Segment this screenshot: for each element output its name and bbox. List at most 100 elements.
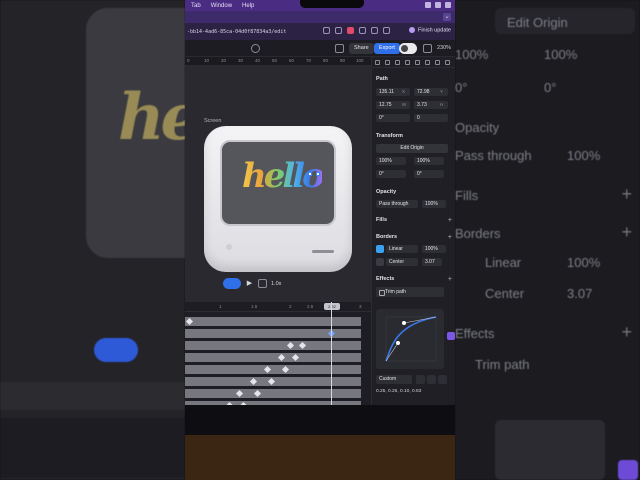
border-width-field[interactable]: 3.07 xyxy=(422,258,442,266)
timeline-track[interactable] xyxy=(185,353,361,362)
add-effect-icon[interactable]: + xyxy=(448,276,452,283)
timeline-track[interactable] xyxy=(185,377,361,386)
opacity-field[interactable]: 100% xyxy=(422,200,446,208)
easing-apply-icon[interactable] xyxy=(447,332,455,340)
align-middle-icon[interactable] xyxy=(415,60,420,65)
align-left-icon[interactable] xyxy=(375,60,380,65)
zoom-level[interactable]: 230% xyxy=(437,45,451,51)
panel-icon[interactable] xyxy=(423,44,432,53)
border-position-icon[interactable] xyxy=(376,258,384,266)
share-button[interactable]: Share xyxy=(349,43,374,54)
scale-y-field[interactable]: 100% xyxy=(414,157,444,165)
add-fill-icon[interactable]: + xyxy=(448,217,452,224)
timeline-track[interactable] xyxy=(185,317,361,326)
background-play-pill xyxy=(94,338,138,362)
ruler-tick: 100 xyxy=(356,58,364,63)
border-position-select[interactable]: Center xyxy=(386,258,418,266)
timeline-track[interactable] xyxy=(185,341,361,350)
timeline-track[interactable] xyxy=(185,365,361,374)
easing-pen-icon[interactable] xyxy=(438,375,447,384)
key-icon[interactable] xyxy=(323,27,330,34)
blend-mode-select[interactable]: Pass through xyxy=(376,200,418,208)
timeline-track[interactable] xyxy=(185,329,361,338)
timeline-tick: 2.5 xyxy=(307,304,314,309)
playback-speed[interactable]: 1.0x xyxy=(271,281,281,287)
url-text[interactable]: -bb14-4ad6-85ca-04d0f87834a3/edit xyxy=(185,29,286,35)
keyframe[interactable] xyxy=(298,341,307,350)
keyframe[interactable] xyxy=(291,353,300,362)
align-top-icon[interactable] xyxy=(405,60,410,65)
background-timeline-rows xyxy=(0,418,185,478)
ruler-tick: 60 xyxy=(289,58,295,63)
border-color-swatch[interactable] xyxy=(376,245,384,253)
distribute-icon[interactable] xyxy=(435,60,440,65)
border-type-select[interactable]: Linear xyxy=(386,245,418,253)
profile-icon[interactable] xyxy=(383,27,390,34)
mode-toggle[interactable] xyxy=(399,43,417,54)
border-opacity-field[interactable]: 100% xyxy=(422,245,446,253)
export-button[interactable]: Export xyxy=(374,43,400,54)
play-icon[interactable]: ▶ xyxy=(245,279,254,288)
keyframe[interactable] xyxy=(235,389,244,398)
puzzle-icon[interactable] xyxy=(359,27,366,34)
ruler-tick: 0 xyxy=(187,58,190,63)
easing-curve-editor[interactable] xyxy=(376,309,444,369)
selection-handle[interactable] xyxy=(316,172,320,176)
timeline-track[interactable] xyxy=(185,389,361,398)
keyframe[interactable] xyxy=(253,389,262,398)
design-canvas[interactable]: Screen hello ▶ 1.0x xyxy=(185,66,371,302)
keyframe[interactable] xyxy=(185,317,194,326)
easing-preset-select[interactable]: Custom xyxy=(376,375,412,384)
bezier-values[interactable]: 0.25, 0.25, 0.10, 0.83 xyxy=(376,389,421,394)
frame-label[interactable]: Screen xyxy=(204,118,221,124)
finish-update-button[interactable]: Finish update xyxy=(408,27,451,33)
loop-button[interactable] xyxy=(223,278,241,289)
rotation-field[interactable]: 0° xyxy=(376,114,410,122)
keyframe[interactable] xyxy=(286,341,295,350)
hello-lettering[interactable]: hello xyxy=(242,156,325,196)
preview-icon[interactable] xyxy=(335,44,344,53)
browser-tab-bar: ⌄ xyxy=(185,11,455,23)
keyframe[interactable] xyxy=(281,365,290,374)
theme-icon[interactable] xyxy=(251,44,260,53)
selection-handle[interactable] xyxy=(308,172,312,176)
ruler-tick: 90 xyxy=(340,58,346,63)
menu-tab[interactable]: Tab xyxy=(191,3,201,9)
easing-copy-icon[interactable] xyxy=(416,375,425,384)
edit-origin-button[interactable]: Edit Origin xyxy=(376,144,448,153)
device-screen[interactable]: hello xyxy=(220,140,336,226)
bookmark-icon[interactable] xyxy=(335,27,342,34)
menu-window[interactable]: Window xyxy=(211,3,232,9)
background-left-blur: hello xyxy=(0,0,185,480)
scale-x-field[interactable]: 100% xyxy=(376,157,406,165)
effects-section-title: Effects xyxy=(376,276,395,282)
more-icon[interactable] xyxy=(445,60,450,65)
skew-field[interactable]: 0° xyxy=(414,170,444,178)
add-border-icon[interactable]: + xyxy=(448,234,452,241)
ruler-tick: 80 xyxy=(323,58,329,63)
playhead-time[interactable]: 2.62 xyxy=(324,303,340,310)
easing-curve[interactable] xyxy=(376,309,444,369)
bg-plus-icon-3: + xyxy=(621,322,632,342)
keyframe[interactable] xyxy=(277,353,286,362)
easing-edit-icon[interactable] xyxy=(427,375,436,384)
tab-menu-chevron-icon[interactable]: ⌄ xyxy=(443,13,451,21)
keyframe[interactable] xyxy=(263,365,272,374)
device-frame[interactable]: hello xyxy=(204,126,352,272)
keyframe[interactable] xyxy=(267,377,276,386)
split-icon[interactable] xyxy=(371,27,378,34)
trim-path-effect[interactable]: Trim path xyxy=(376,287,444,297)
replay-icon[interactable] xyxy=(258,279,267,288)
rotate-field[interactable]: 0° xyxy=(376,170,406,178)
menu-help[interactable]: Help xyxy=(242,3,254,9)
properties-panel: Path 135.11 X 72.98 Y 12.75 W 3.73 H 0° … xyxy=(371,57,455,405)
align-center-icon[interactable] xyxy=(385,60,390,65)
align-bottom-icon[interactable] xyxy=(425,60,430,65)
radius-field[interactable]: 0 xyxy=(414,114,448,122)
playhead-line[interactable] xyxy=(331,302,332,405)
extension-icon[interactable] xyxy=(347,27,354,34)
keyframe[interactable] xyxy=(249,377,258,386)
ruler-tick: 30 xyxy=(238,58,244,63)
align-right-icon[interactable] xyxy=(395,60,400,65)
bg-plus-icon-2: + xyxy=(621,222,632,242)
